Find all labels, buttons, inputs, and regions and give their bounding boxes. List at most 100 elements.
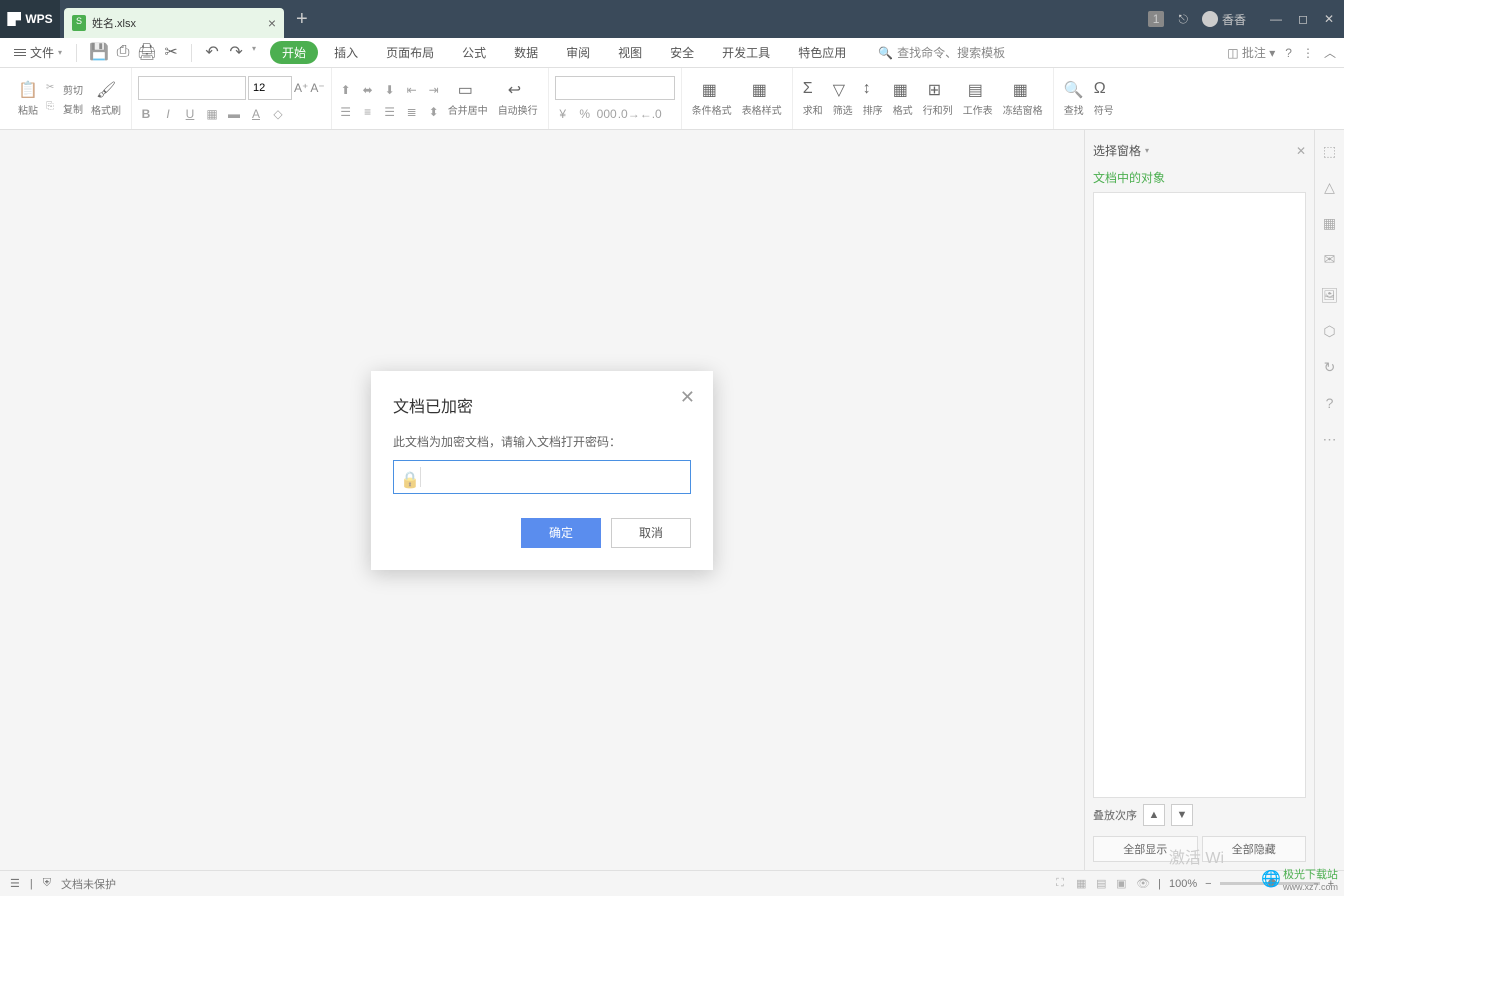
rail-help-icon[interactable]: ? xyxy=(1321,394,1339,412)
find-button[interactable]: 🔍查找 xyxy=(1060,78,1088,119)
close-tab-icon[interactable]: × xyxy=(268,15,276,31)
tab-special[interactable]: 特色应用 xyxy=(786,41,858,64)
underline-icon[interactable]: U xyxy=(182,106,198,122)
number-format-input[interactable] xyxy=(555,76,675,100)
print-preview-icon[interactable]: ⎙ xyxy=(115,44,131,60)
distribute-icon[interactable]: ⬍ xyxy=(426,104,442,120)
print-icon[interactable]: 🖨 xyxy=(139,44,155,60)
filter-button[interactable]: ▽筛选 xyxy=(829,78,857,119)
decrease-font-icon[interactable]: A⁻ xyxy=(310,81,324,95)
tab-data[interactable]: 数据 xyxy=(502,41,550,64)
rail-image-icon[interactable]: 🖼 xyxy=(1321,286,1339,304)
format-painter-button[interactable]: 🖌 格式刷 xyxy=(87,78,125,119)
collapse-ribbon-icon[interactable]: ︿ xyxy=(1324,44,1336,61)
highlight-icon[interactable]: ◇ xyxy=(270,106,286,122)
minimize-icon[interactable]: — xyxy=(1270,12,1282,26)
close-pane-icon[interactable]: ✕ xyxy=(1296,144,1306,158)
freeze-button[interactable]: ▦冻结窗格 xyxy=(999,78,1047,119)
font-size-input[interactable] xyxy=(248,76,292,100)
page-view-icon[interactable]: ▤ xyxy=(1096,877,1110,891)
indent-decrease-icon[interactable]: ⇤ xyxy=(404,82,420,98)
close-window-icon[interactable]: ✕ xyxy=(1324,12,1334,26)
tab-security[interactable]: 安全 xyxy=(658,41,706,64)
help-icon[interactable]: ? xyxy=(1285,46,1292,60)
object-list[interactable] xyxy=(1093,192,1306,798)
close-dialog-icon[interactable]: ✕ xyxy=(680,387,695,408)
hide-all-button[interactable]: 全部隐藏 xyxy=(1202,836,1307,862)
font-color-icon[interactable]: A xyxy=(248,106,264,122)
bring-forward-button[interactable]: ▲ xyxy=(1143,804,1165,826)
cut-icon[interactable]: ✂ xyxy=(163,44,179,60)
sheet-list-icon[interactable]: ☰ xyxy=(10,877,20,890)
normal-view-icon[interactable]: ▦ xyxy=(1076,877,1090,891)
percent-icon[interactable]: % xyxy=(577,106,593,122)
command-search[interactable]: 🔍 查找命令、搜索模板 xyxy=(878,44,1005,61)
justify-icon[interactable]: ≣ xyxy=(404,104,420,120)
rail-table-icon[interactable]: ▦ xyxy=(1321,214,1339,232)
redo-icon[interactable]: ↷ xyxy=(228,44,244,60)
send-backward-button[interactable]: ▼ xyxy=(1171,804,1193,826)
undo-icon[interactable]: ↶ xyxy=(204,44,220,60)
ok-button[interactable]: 确定 xyxy=(521,518,601,548)
maximize-icon[interactable]: ◻ xyxy=(1298,12,1308,26)
tab-insert[interactable]: 插入 xyxy=(322,41,370,64)
rail-shape-icon[interactable]: △ xyxy=(1321,178,1339,196)
document-tab[interactable]: 姓名.xlsx × xyxy=(64,8,284,38)
rows-cols-button[interactable]: ⊞行和列 xyxy=(919,78,957,119)
sort-button[interactable]: ↕排序 xyxy=(859,78,887,119)
cancel-button[interactable]: 取消 xyxy=(611,518,691,548)
password-input[interactable] xyxy=(427,461,684,493)
tab-formulas[interactable]: 公式 xyxy=(450,41,498,64)
copy-button[interactable]: ⎘复制 xyxy=(44,100,85,117)
rail-shield-icon[interactable]: ⬡ xyxy=(1321,322,1339,340)
comma-icon[interactable]: 000 xyxy=(599,106,615,122)
fullscreen-icon[interactable]: ⛶ xyxy=(1056,877,1070,891)
tab-home[interactable]: 开始 xyxy=(270,41,318,64)
save-icon[interactable]: 💾 xyxy=(91,44,107,60)
notification-badge[interactable]: 1 xyxy=(1148,11,1165,27)
border-icon[interactable]: ▦ xyxy=(204,106,220,122)
rail-history-icon[interactable]: ↻ xyxy=(1321,358,1339,376)
rail-mail-icon[interactable]: ✉ xyxy=(1321,250,1339,268)
indent-increase-icon[interactable]: ⇥ xyxy=(426,82,442,98)
add-tab-button[interactable]: + xyxy=(296,8,308,31)
fill-color-icon[interactable]: ▬ xyxy=(226,106,242,122)
protection-status[interactable]: 文档未保护 xyxy=(61,876,116,892)
align-center-icon[interactable]: ≡ xyxy=(360,104,376,120)
eye-icon[interactable]: 👁 xyxy=(1136,877,1150,891)
reading-view-icon[interactable]: ▣ xyxy=(1116,877,1130,891)
bold-icon[interactable]: B xyxy=(138,106,154,122)
italic-icon[interactable]: I xyxy=(160,106,176,122)
merge-center-button[interactable]: ▭ 合并居中 xyxy=(444,78,492,119)
sum-button[interactable]: Σ求和 xyxy=(799,78,827,119)
wps-logo[interactable]: WPS xyxy=(0,0,60,38)
align-left-icon[interactable]: ☰ xyxy=(338,104,354,120)
align-middle-icon[interactable]: ⬌ xyxy=(360,82,376,98)
conditional-format-button[interactable]: ▦条件格式 xyxy=(688,78,736,119)
align-top-icon[interactable]: ⬆ xyxy=(338,82,354,98)
worksheet-button[interactable]: ▤工作表 xyxy=(959,78,997,119)
format-button[interactable]: ▦格式 xyxy=(889,78,917,119)
auto-wrap-button[interactable]: ↩ 自动换行 xyxy=(494,78,542,119)
more-icon[interactable]: ⋮ xyxy=(1302,46,1314,60)
spreadsheet-canvas[interactable]: ✕ 文档已加密 此文档为加密文档，请输入文档打开密码： 🔒 确定 取消 xyxy=(0,130,1084,870)
rail-more-icon[interactable]: ⋯ xyxy=(1321,430,1339,448)
table-style-button[interactable]: ▦表格样式 xyxy=(738,78,786,119)
align-right-icon[interactable]: ☰ xyxy=(382,104,398,120)
file-menu[interactable]: 文件 ▾ xyxy=(8,42,68,63)
increase-decimal-icon[interactable]: .0→ xyxy=(621,106,637,122)
chevron-down-icon[interactable]: ▾ xyxy=(252,44,256,62)
cut-button[interactable]: ✂剪切 xyxy=(44,81,85,98)
show-all-button[interactable]: 全部显示 xyxy=(1093,836,1198,862)
increase-font-icon[interactable]: A⁺ xyxy=(294,81,308,95)
tab-page-layout[interactable]: 页面布局 xyxy=(374,41,446,64)
annotate-button[interactable]: ◫ 批注 ▾ xyxy=(1227,44,1275,61)
gift-icon[interactable]: ⎋ xyxy=(1178,12,1188,27)
chevron-down-icon[interactable]: ▾ xyxy=(1145,146,1149,155)
paste-button[interactable]: 📋 粘贴 xyxy=(14,78,42,119)
zoom-out-icon[interactable]: − xyxy=(1205,878,1211,890)
currency-icon[interactable]: ¥ xyxy=(555,106,571,122)
font-family-input[interactable] xyxy=(138,76,246,100)
align-bottom-icon[interactable]: ⬇ xyxy=(382,82,398,98)
zoom-level[interactable]: 100% xyxy=(1169,878,1197,890)
